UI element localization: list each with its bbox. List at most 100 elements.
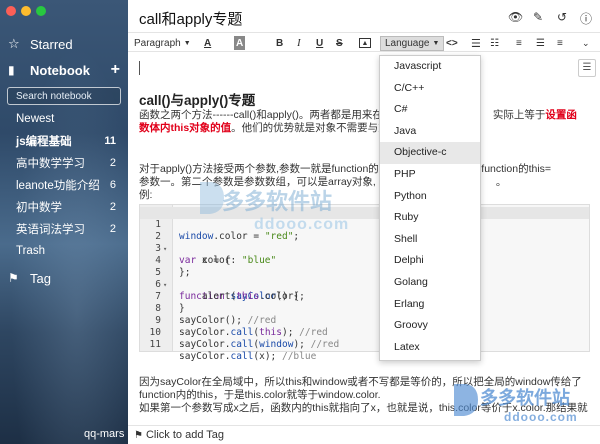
- tag-icon: ⚑: [134, 430, 143, 441]
- italic-button[interactable]: I: [297, 36, 301, 50]
- align-left-icon[interactable]: ≡: [516, 36, 522, 50]
- notebook-icon: ▮: [8, 63, 15, 77]
- language-option[interactable]: C/C++: [380, 78, 480, 100]
- username: qq-mars: [84, 428, 125, 440]
- code-token: call: [230, 351, 254, 362]
- text-span: 对于apply()方法接受两个参数,参数一就是function的: [139, 163, 379, 175]
- language-option[interactable]: Ruby: [380, 207, 480, 229]
- user-menu[interactable]: qq-mars▼: [84, 428, 128, 440]
- language-option[interactable]: Java: [380, 121, 480, 143]
- sidebar-item-junior-math[interactable]: 初中数学 2: [0, 196, 128, 218]
- add-tag-bar[interactable]: ⚑ Click to add Tag: [128, 425, 600, 444]
- search-notebook-input[interactable]: [7, 87, 121, 105]
- code-line: 10 sayColor.call(window); //red: [140, 315, 589, 350]
- language-option[interactable]: PHP: [380, 164, 480, 186]
- language-option[interactable]: Groovy: [380, 315, 480, 337]
- language-option[interactable]: Golang: [380, 272, 480, 294]
- language-option[interactable]: Objective-c: [380, 142, 480, 164]
- menu-icon[interactable]: ☰: [578, 59, 596, 77]
- language-option[interactable]: Delphi: [380, 250, 480, 272]
- note-title[interactable]: call和apply专题: [139, 8, 242, 29]
- sidebar-tag[interactable]: ⚑ Tag: [0, 268, 128, 288]
- text-span: 。他们的优势就是对象不需要与方: [231, 122, 389, 134]
- language-dropdown[interactable]: Language ▼: [380, 36, 445, 51]
- sidebar-notebook-header[interactable]: ▮ Notebook +: [0, 60, 128, 80]
- font-color-button[interactable]: A: [204, 36, 211, 50]
- align-right-icon[interactable]: ≡: [557, 36, 563, 50]
- code-token: call: [230, 339, 254, 350]
- code-line: 7 }: [140, 279, 589, 314]
- code-token: );: [293, 339, 311, 350]
- code-line: 5 ▾ function sayColor() {: [140, 255, 589, 302]
- code-line: 2 ▾ var x = {: [140, 219, 589, 266]
- paragraph-2: 对于apply()方法接受两个参数,参数一就是function的 把functio…: [139, 163, 589, 202]
- line-number: 11: [149, 339, 161, 350]
- code-line: 11 sayColor.call(x); //blue: [140, 327, 589, 362]
- sidebar-item-trash[interactable]: Trash: [0, 240, 128, 262]
- underline-button[interactable]: U: [316, 36, 323, 50]
- sidebar: ☆ Starred ▮ Notebook + Newest js编程基础 11 …: [0, 0, 128, 444]
- code-token: window: [259, 339, 294, 350]
- tag-icon: ⚑: [8, 271, 19, 285]
- text-span: 。: [495, 176, 507, 188]
- code-button[interactable]: <>: [446, 36, 458, 50]
- notebook-count: 6: [109, 179, 116, 191]
- history-icon[interactable]: ↺: [556, 10, 568, 27]
- sidebar-starred[interactable]: ☆ Starred: [0, 34, 128, 54]
- tag-label: Tag: [30, 270, 51, 286]
- sidebar-item-newest[interactable]: Newest: [0, 108, 128, 130]
- notebook-name: Trash: [16, 245, 45, 257]
- add-notebook-button[interactable]: +: [111, 61, 120, 79]
- code-line: 1 window.color = "red";: [140, 207, 589, 242]
- code-line: 8 sayColor(); //red: [140, 291, 589, 326]
- code-block[interactable]: 1 window.color = "red"; 2 ▾ var x = { 3 …: [139, 204, 590, 362]
- background-color-button[interactable]: A: [234, 36, 246, 50]
- code-line: 3 color: "blue": [140, 231, 589, 266]
- code-token: //blue: [281, 351, 317, 362]
- chevron-down-icon[interactable]: ⌄: [582, 36, 590, 50]
- note-actions: 👁 ✎ ↺ ⓘ: [508, 10, 592, 27]
- code-text: sayColor.call(x); //blue: [179, 351, 316, 363]
- maximize-window-button[interactable]: [36, 6, 46, 16]
- chevron-down-icon: ▼: [183, 39, 191, 47]
- paragraph-format-dropdown[interactable]: Paragraph ▼: [134, 36, 191, 50]
- language-option[interactable]: Latex: [380, 337, 480, 359]
- minimize-window-button[interactable]: [21, 6, 31, 16]
- text-span: 实际上等于: [492, 109, 546, 121]
- sidebar-item-leanote-intro[interactable]: leanote功能介绍 6: [0, 174, 128, 196]
- info-icon[interactable]: ⓘ: [580, 10, 592, 27]
- editor-toolbar: Paragraph ▼ A A B I U S ▲ Language ▼ <> ☰ …: [128, 32, 600, 52]
- numbered-list-button[interactable]: ☷: [490, 36, 499, 50]
- code-token: //red: [310, 339, 340, 350]
- text-line: 因为sayColor在全局域中，所以this和window或者不写都是等价的，所…: [139, 376, 582, 388]
- code-token: sayColor.: [179, 351, 231, 362]
- language-option[interactable]: Javascript: [380, 56, 480, 78]
- language-option[interactable]: C#: [380, 99, 480, 121]
- close-window-button[interactable]: [6, 6, 16, 16]
- notebook-count: 2: [109, 157, 116, 169]
- sidebar-item-high-school-math[interactable]: 高中数学学习 2: [0, 152, 128, 174]
- editor-pane: call和apply专题 👁 ✎ ↺ ⓘ Paragraph ▼ A A B I …: [128, 0, 600, 444]
- language-option[interactable]: Python: [380, 186, 480, 208]
- notebook-name: 英语词法学习: [16, 224, 85, 236]
- highlight-text: 设置函: [545, 109, 577, 121]
- sidebar-item-js-basics[interactable]: js编程基础 11: [0, 130, 128, 152]
- highlight-text: 数体内this对象的值: [139, 122, 232, 134]
- bold-button[interactable]: B: [276, 36, 283, 50]
- language-option[interactable]: Shell: [380, 229, 480, 251]
- attachment-icon[interactable]: ✎: [532, 10, 544, 27]
- eye-icon[interactable]: 👁: [508, 10, 523, 27]
- align-center-icon[interactable]: ☰: [536, 36, 545, 50]
- text-line: 如果第一个参数写成x之后，函数内的this就指向了x，也就是说，this.col…: [139, 402, 588, 414]
- editor-content[interactable]: ☰ call()与apply()专题 函数之两个方法------call()和a…: [128, 53, 600, 425]
- chevron-down-icon: ▼: [432, 40, 440, 47]
- language-option[interactable]: Erlang: [380, 294, 480, 316]
- notebook-list: Newest js编程基础 11 高中数学学习 2 leanote功能介绍 6 …: [0, 108, 128, 262]
- sidebar-item-english-grammar[interactable]: 英语词法学习 2: [0, 218, 128, 240]
- language-menu: Javascript C/C++ C# Java Objective-c PHP…: [379, 55, 481, 361]
- bullet-list-button[interactable]: ☰: [471, 36, 481, 50]
- image-icon[interactable]: ▲: [359, 38, 371, 48]
- text-span: 把function的this=: [470, 163, 552, 175]
- strikethrough-button[interactable]: S: [336, 36, 343, 50]
- paragraph-label: Paragraph: [134, 37, 181, 49]
